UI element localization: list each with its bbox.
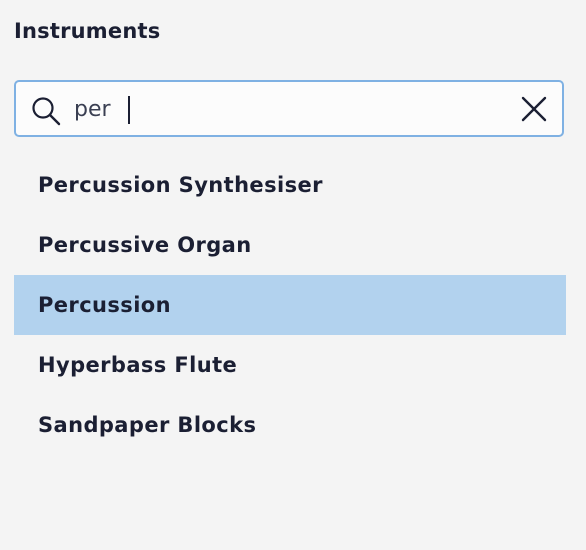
instruments-panel: Instruments Percussion Synthesiser Percu… (0, 0, 586, 550)
text-caret (128, 96, 130, 124)
list-item[interactable]: Sandpaper Blocks (14, 395, 566, 455)
list-item[interactable]: Hyperbass Flute (14, 335, 566, 395)
panel-title: Instruments (14, 19, 161, 43)
search-box[interactable] (14, 80, 564, 137)
list-item[interactable]: Percussion Synthesiser (14, 155, 566, 215)
search-input[interactable] (74, 91, 494, 127)
search-icon (32, 97, 61, 126)
list-item[interactable]: Percussion (14, 275, 566, 335)
close-icon[interactable] (518, 93, 550, 125)
list-item[interactable]: Percussive Organ (14, 215, 566, 275)
result-list: Percussion Synthesiser Percussive Organ … (14, 155, 566, 455)
